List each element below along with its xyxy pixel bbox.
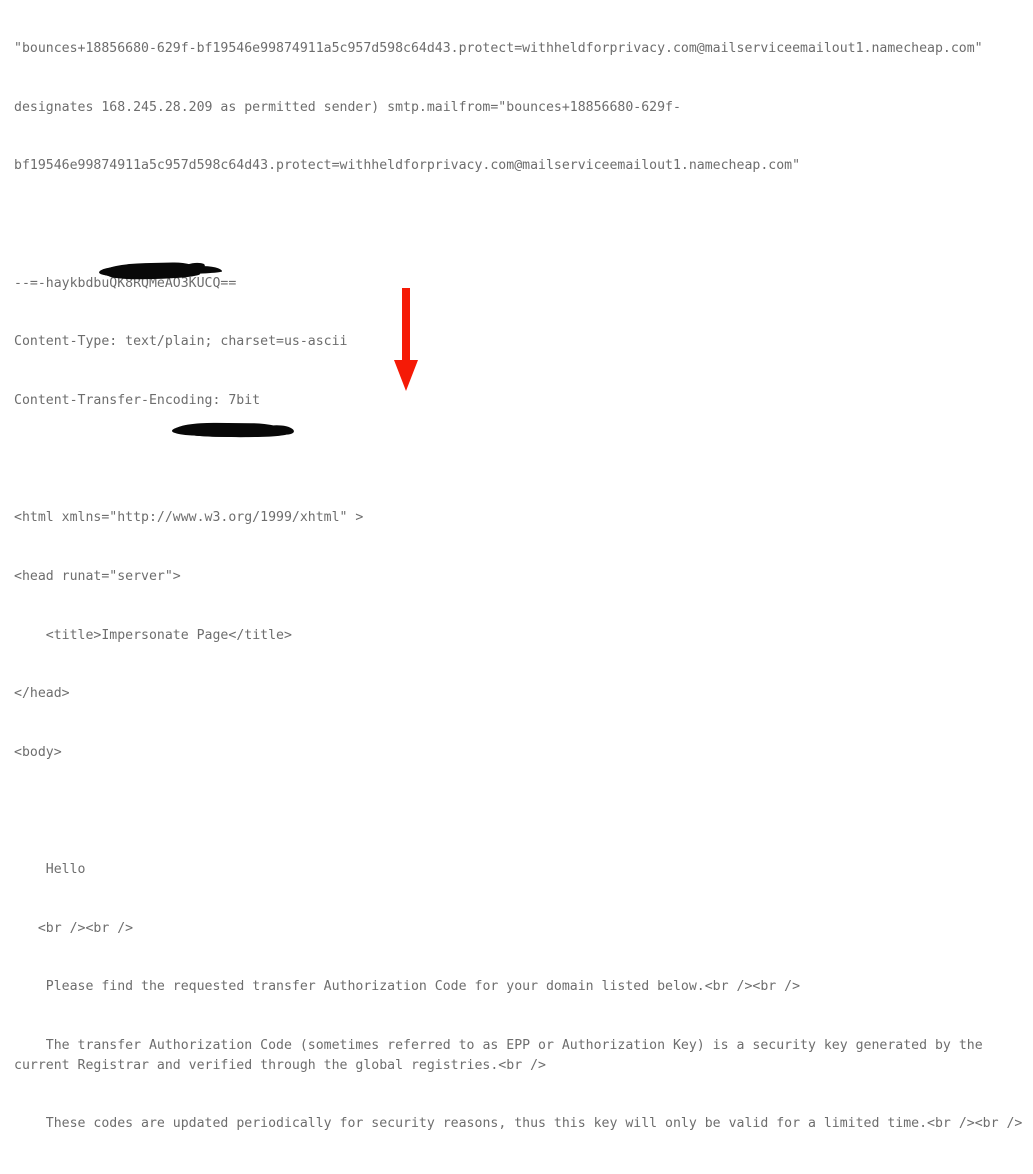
source-line-html-open: <html xmlns="http://www.w3.org/1999/xhtm… bbox=[14, 510, 364, 526]
source-line-head-close: </head> bbox=[14, 686, 70, 702]
source-line: "bounces+18856680-629f-bf19546e99874911a… bbox=[14, 41, 983, 57]
source-line-blank bbox=[14, 450, 1026, 470]
source-line-mime-boundary: --=-haykbdbuQK8RQMeAO3KUCQ== bbox=[14, 275, 237, 291]
source-line-authorization-code: <b> Your Authorization Code is: eEA9!t7$… bbox=[14, 1173, 1026, 1174]
source-line-explanation: The transfer Authorization Code (sometim… bbox=[14, 1037, 991, 1073]
source-line: bf19546e99874911a5c957d598c64d43.protect… bbox=[14, 158, 801, 174]
email-raw-source-text[interactable]: "bounces+18856680-629f-bf19546e99874911a… bbox=[14, 0, 1026, 1174]
source-line-body-open: <body> bbox=[14, 744, 62, 760]
source-line-content-transfer-encoding: Content-Transfer-Encoding: 7bit bbox=[14, 392, 261, 408]
email-source-viewport: "bounces+18856680-629f-bf19546e99874911a… bbox=[0, 0, 1033, 1131]
source-line-head-open: <head runat="server"> bbox=[14, 568, 181, 584]
domain-name-redaction bbox=[175, 422, 287, 438]
source-line: designates 168.245.28.209 as permitted s… bbox=[14, 99, 681, 115]
source-line-blank bbox=[14, 801, 1026, 821]
source-line-greeting: Hello bbox=[14, 862, 94, 878]
source-line-title: <title>Impersonate Page</title> bbox=[14, 627, 292, 643]
source-line-validity-note: These codes are updated periodically for… bbox=[14, 1116, 1023, 1132]
source-line-content-type: Content-Type: text/plain; charset=us-asc… bbox=[14, 334, 348, 350]
source-line-intro: Please find the requested transfer Autho… bbox=[14, 979, 801, 995]
source-line-blank bbox=[14, 215, 1026, 235]
source-line-breaks: <br /><br /> bbox=[14, 920, 134, 936]
